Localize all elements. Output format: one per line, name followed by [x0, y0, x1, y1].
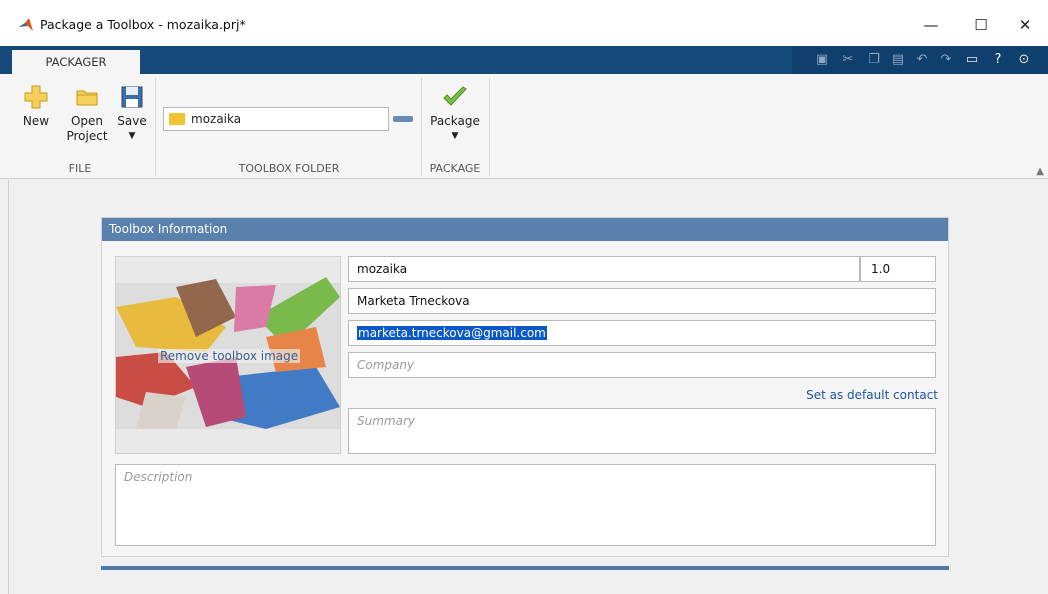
- collapse-ribbon-icon[interactable]: ▲: [1036, 166, 1044, 177]
- undo-icon[interactable]: ↶: [914, 52, 930, 68]
- version-value: 1.0: [871, 262, 891, 276]
- new-label: New: [22, 114, 50, 128]
- file-group-label: FILE: [68, 162, 92, 175]
- toolbox-folder-value: mozaika: [191, 112, 242, 126]
- matlab-logo-icon: [19, 18, 33, 31]
- help-icon[interactable]: ?: [990, 52, 1006, 68]
- redo-icon[interactable]: ↷: [938, 52, 954, 68]
- author-value: Marketa Trneckova: [357, 294, 470, 308]
- ribbon: New Open Project Save ▼ FILE mozaika TOO…: [0, 74, 1048, 179]
- toolbox-name-value: mozaika: [357, 262, 408, 276]
- maximize-button[interactable]: ☐: [958, 10, 1004, 40]
- description-placeholder: Description: [124, 470, 193, 484]
- ribbon-separator: [489, 78, 490, 176]
- tab-packager[interactable]: PACKAGER: [12, 50, 140, 74]
- open-label-2: Project: [66, 129, 108, 143]
- company-placeholder: Company: [357, 358, 415, 372]
- remove-folder-button[interactable]: [393, 116, 413, 122]
- new-icon: [24, 85, 48, 109]
- save-button[interactable]: Save ▼: [114, 84, 150, 144]
- close-button[interactable]: ✕: [1002, 10, 1048, 40]
- summary-placeholder: Summary: [357, 414, 415, 428]
- toolbox-image[interactable]: Remove toolbox image: [115, 256, 341, 454]
- package-label: Package: [430, 114, 480, 128]
- save-dropdown-arrow[interactable]: ▼: [114, 129, 150, 144]
- company-field[interactable]: Company: [348, 352, 936, 378]
- ribbon-tab-strip: PACKAGER ▣ ✂ ❐ ▤ ↶ ↷ ▭ ? ⊙: [0, 46, 1048, 74]
- window-titlebar: Package a Toolbox - mozaika.prj* — ☐ ✕: [0, 0, 1048, 46]
- menu-icon[interactable]: ⊙: [1016, 52, 1032, 68]
- window-icon[interactable]: ▭: [964, 52, 980, 68]
- package-button[interactable]: Package ▼: [426, 84, 484, 144]
- cut-icon[interactable]: ✂: [840, 52, 856, 68]
- remove-toolbox-image-link[interactable]: Remove toolbox image: [158, 349, 301, 363]
- toolbox-folder-field[interactable]: mozaika: [163, 107, 389, 131]
- ribbon-separator: [421, 78, 422, 176]
- package-dropdown-arrow[interactable]: ▼: [426, 129, 484, 144]
- email-value: marketa.trneckova@gmail.com: [357, 326, 547, 340]
- email-field[interactable]: marketa.trneckova@gmail.com: [348, 320, 936, 346]
- save-label: Save: [117, 114, 147, 128]
- checkmark-icon: [443, 86, 467, 106]
- toolbox-information-panel: Toolbox Information Remove toolbox image…: [101, 217, 949, 557]
- summary-field[interactable]: Summary: [348, 408, 936, 454]
- copy-icon[interactable]: ❐: [866, 52, 882, 68]
- save-disk-icon: [121, 86, 143, 108]
- author-field[interactable]: Marketa Trneckova: [348, 288, 936, 314]
- minimize-button[interactable]: —: [908, 10, 954, 40]
- version-field[interactable]: 1.0: [860, 256, 936, 282]
- quick-access-toolbar: ▣ ✂ ❐ ▤ ↶ ↷ ▭ ? ⊙: [792, 46, 1048, 74]
- folder-icon: [169, 113, 185, 125]
- toolbox-folder-group-label: TOOLBOX FOLDER: [238, 162, 340, 175]
- paste-icon[interactable]: ▤: [890, 52, 906, 68]
- panel-header: Toolbox Information: [102, 218, 948, 241]
- description-field[interactable]: Description: [115, 464, 936, 546]
- open-label-1: Open: [70, 114, 104, 128]
- set-default-contact-link[interactable]: Set as default contact: [806, 388, 938, 402]
- open-project-button[interactable]: Open Project: [62, 84, 112, 144]
- toolbox-name-field[interactable]: mozaika: [348, 256, 860, 282]
- save-icon[interactable]: ▣: [814, 52, 830, 68]
- open-folder-icon: [76, 90, 98, 106]
- package-group-label: PACKAGE: [429, 162, 481, 175]
- ribbon-separator: [155, 78, 156, 176]
- new-button[interactable]: New: [16, 84, 56, 129]
- window-title: Package a Toolbox - mozaika.prj*: [40, 17, 246, 32]
- panel-header-title: Toolbox Information: [109, 222, 228, 236]
- section-divider-bar: [101, 566, 949, 570]
